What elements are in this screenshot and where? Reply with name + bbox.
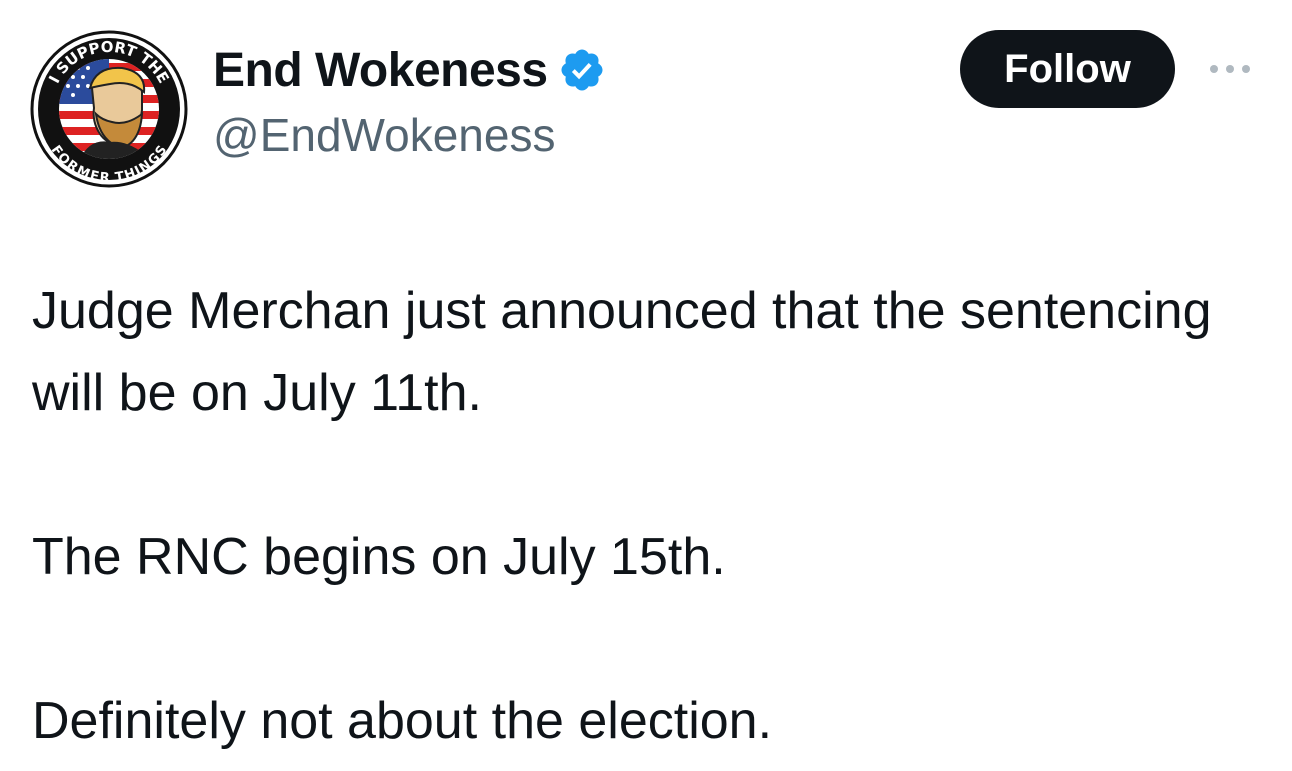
author-handle[interactable]: @EndWokeness	[213, 108, 555, 162]
more-options-icon[interactable]	[1200, 55, 1260, 83]
follow-button[interactable]: Follow	[960, 30, 1175, 108]
avatar-logo-icon: I SUPPORT THE FORMER THINGS	[30, 30, 188, 188]
tweet-paragraph: Definitely not about the election.	[32, 692, 773, 750]
tweet-card: I SUPPORT THE FORMER THINGS End Wokeness…	[0, 0, 1292, 771]
author-name-row[interactable]: End Wokeness	[213, 38, 606, 102]
avatar[interactable]: I SUPPORT THE FORMER THINGS	[30, 30, 188, 188]
tweet-paragraph: The RNC begins on July 15th.	[32, 528, 726, 586]
author-display-name[interactable]: End Wokeness	[213, 43, 548, 98]
tweet-text: Judge Merchan just announced that the se…	[32, 270, 1232, 762]
verified-badge-icon[interactable]	[558, 46, 606, 94]
tweet-paragraph: Judge Merchan just announced that the se…	[32, 282, 1212, 422]
